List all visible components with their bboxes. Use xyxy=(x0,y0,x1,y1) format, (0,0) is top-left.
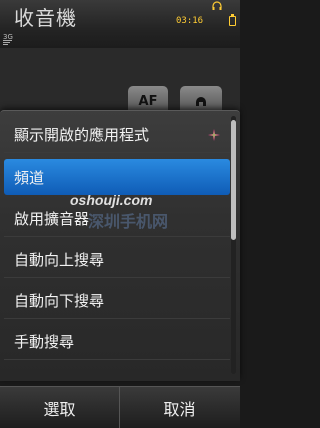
signal-icon xyxy=(3,40,12,46)
menu-item-label: 自動向下搜尋 xyxy=(14,292,105,310)
menu-item-auto-tune-up[interactable]: 自動向上搜尋 xyxy=(4,242,230,278)
softkey-bar: 選取 取消 xyxy=(0,386,240,428)
watermark-url: oshouji.com xyxy=(70,192,153,208)
task-switch-icon xyxy=(208,129,220,141)
menu-item-label: 自動向上搜尋 xyxy=(14,251,105,269)
speaker-icon xyxy=(196,97,206,106)
headset-icon xyxy=(212,1,222,10)
options-menu: 顯示開啟的應用程式 頻道 啟用擴音器 自動向上搜尋 自動向下搜尋 手動搜尋 xyxy=(0,110,240,381)
app-title: 收音機 xyxy=(14,6,77,30)
scroll-thumb[interactable] xyxy=(231,120,236,240)
select-softkey[interactable]: 選取 xyxy=(0,387,120,428)
menu-item-auto-tune-down[interactable]: 自動向下搜尋 xyxy=(4,283,230,319)
menu-item-label: 顯示開啟的應用程式 xyxy=(14,126,150,144)
cancel-softkey[interactable]: 取消 xyxy=(120,387,239,428)
menu-scrollbar[interactable] xyxy=(231,116,236,374)
watermark-text: 深圳手机网 xyxy=(88,212,169,231)
menu-item-channels[interactable]: 頻道 xyxy=(4,159,230,195)
menu-item-show-open-apps[interactable]: 顯示開啟的應用程式 xyxy=(4,117,230,153)
menu-item-label: 頻道 xyxy=(14,168,45,187)
menu-item-manual-tuning[interactable]: 手動搜尋 xyxy=(4,324,230,360)
clock: 03:16 xyxy=(176,16,204,26)
battery-icon xyxy=(229,14,236,26)
status-bar: 收音機 3G 03:16 xyxy=(0,0,240,48)
menu-item-label: 啟用擴音器 xyxy=(14,210,90,228)
menu-item-label: 手動搜尋 xyxy=(14,333,75,351)
